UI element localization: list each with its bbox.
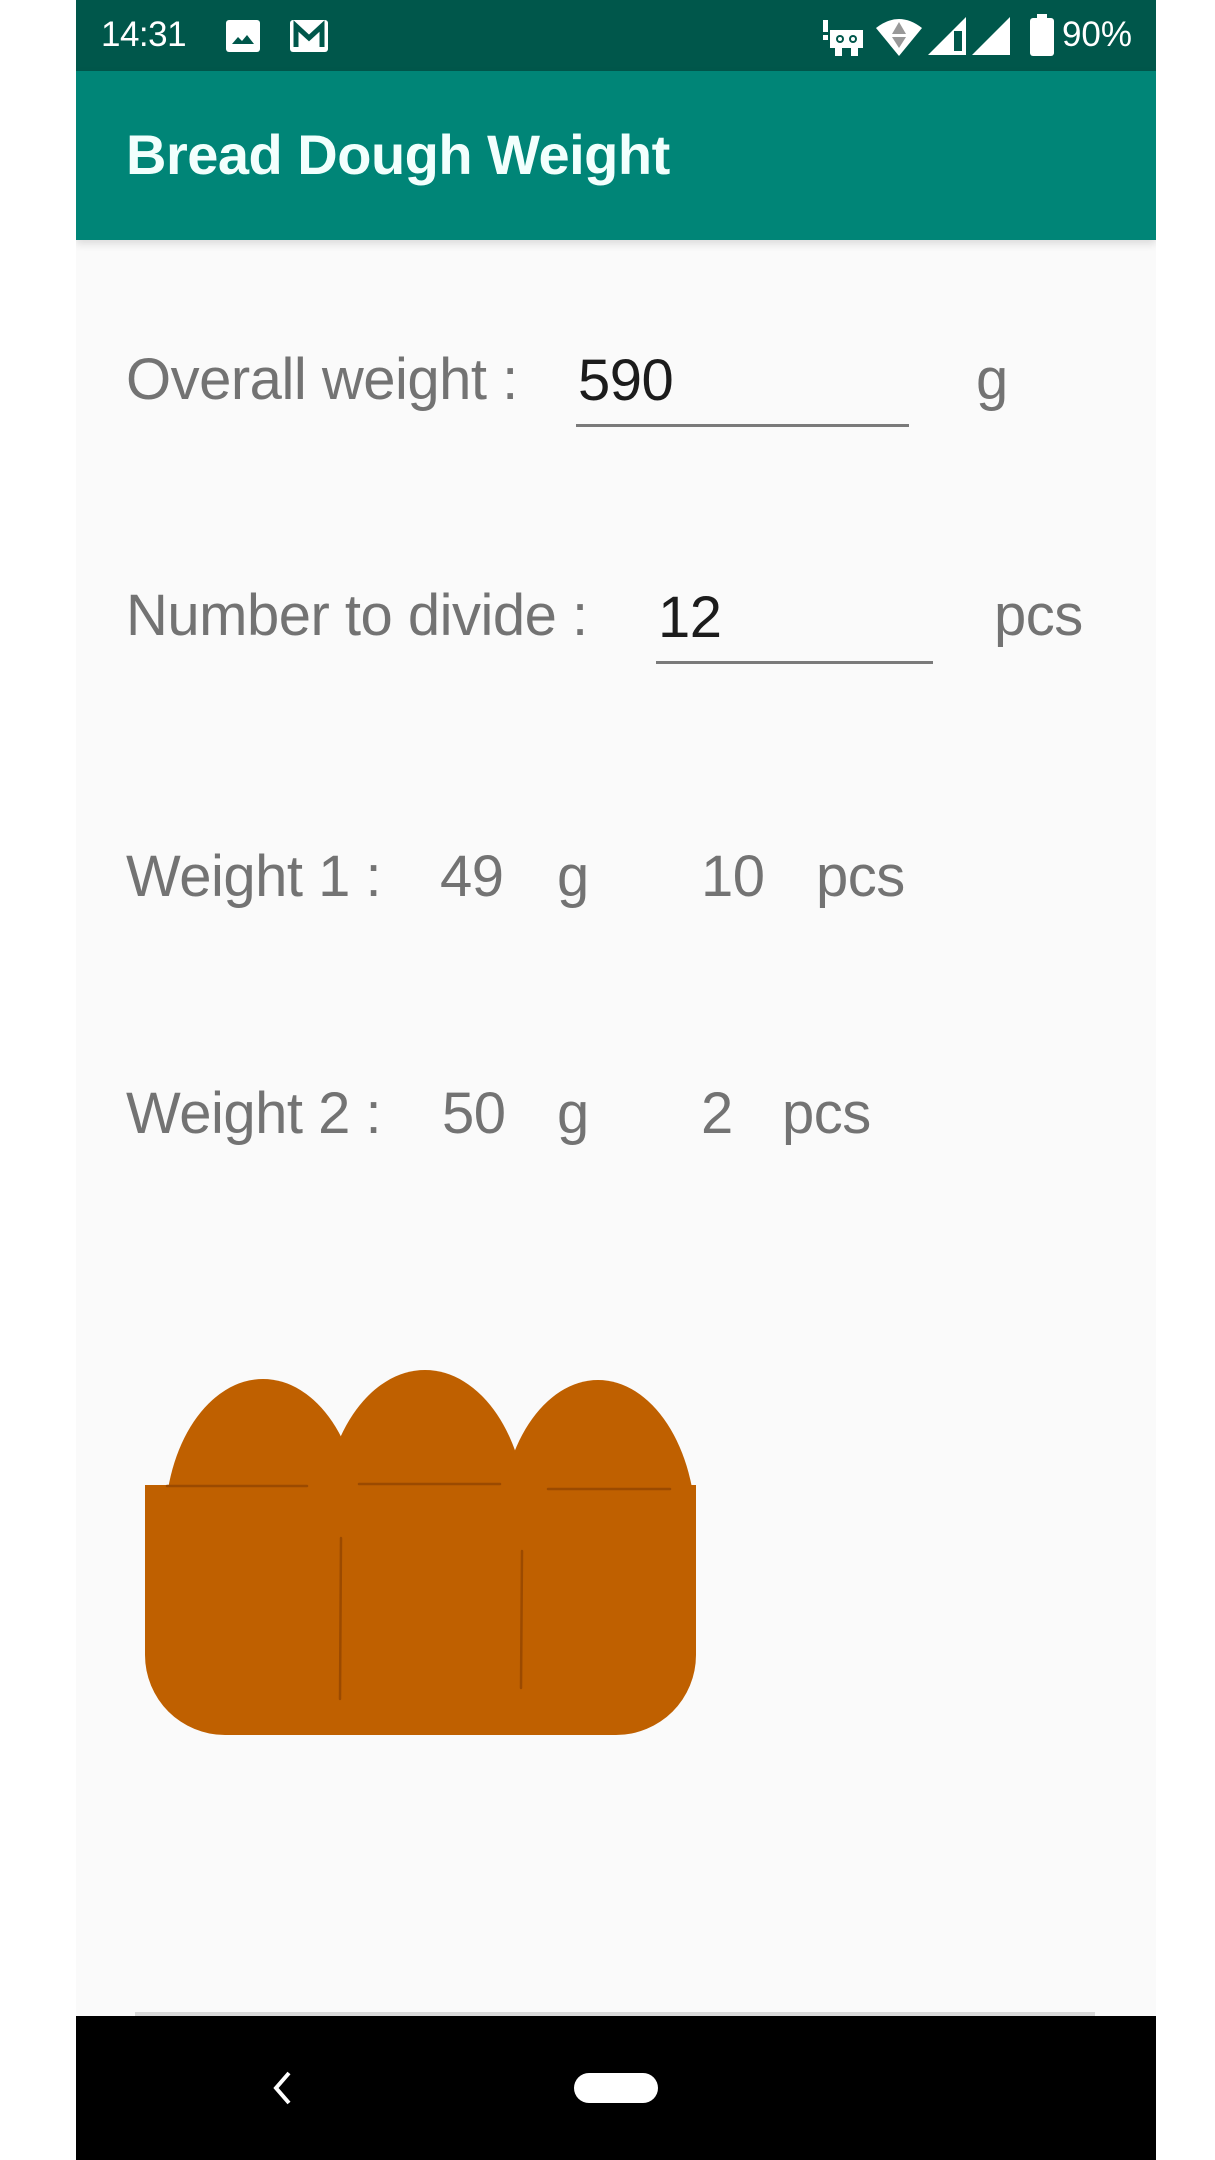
overall-weight-underline — [576, 424, 909, 427]
weight-1-unit: g — [557, 844, 589, 909]
back-chevron-icon — [273, 2071, 291, 2105]
navigation-bar — [76, 2016, 1156, 2160]
weight-1-label: Weight 1 : — [126, 844, 382, 909]
wifi-icon — [876, 16, 922, 61]
weight-1-count: 10 — [701, 844, 765, 909]
battery-icon — [1030, 14, 1054, 61]
number-to-divide-unit: pcs — [994, 583, 1083, 648]
divider-line-left — [338, 1536, 343, 1701]
weight-2-unit: g — [557, 1081, 589, 1146]
page-title: Bread Dough Weight — [126, 123, 670, 186]
overall-weight-label: Overall weight : — [126, 347, 518, 412]
divider-line-right — [519, 1549, 524, 1690]
number-to-divide-field[interactable] — [656, 584, 935, 664]
signal-icon-1 — [928, 17, 966, 60]
number-to-divide-input[interactable] — [656, 584, 935, 650]
app-toolbar: Bread Dough Weight — [76, 71, 1156, 240]
back-button[interactable] — [271, 2071, 295, 2105]
app-screen: 14:31 90% Bread Dough Weight Overall wei… — [76, 0, 1156, 2160]
weight-2-label: Weight 2 : — [126, 1081, 382, 1146]
overall-weight-input[interactable] — [576, 347, 911, 413]
overall-weight-unit: g — [976, 347, 1008, 412]
gallery-notification-icon — [226, 20, 260, 57]
status-time: 14:31 — [101, 15, 187, 54]
gmail-notification-icon — [290, 20, 328, 57]
weight-2-value: 50 — [442, 1081, 506, 1146]
number-to-divide-label: Number to divide : — [126, 583, 588, 648]
weight-1-count-unit: pcs — [816, 844, 905, 909]
weight-1-value: 49 — [440, 844, 504, 909]
vpn-robot-icon — [823, 20, 863, 61]
status-bar: 14:31 90% — [76, 0, 1156, 71]
number-to-divide-underline — [656, 661, 933, 664]
bread-base-upper — [145, 1485, 696, 1605]
weight-2-count-unit: pcs — [782, 1081, 871, 1146]
bread-body — [145, 1370, 696, 1735]
battery-percent: 90% — [1061, 15, 1132, 54]
signal-icon-2 — [972, 17, 1010, 60]
home-button[interactable] — [574, 2073, 658, 2103]
bread-illustration — [145, 1370, 696, 1735]
overall-weight-field[interactable] — [576, 347, 911, 427]
weight-2-count: 2 — [701, 1081, 733, 1146]
